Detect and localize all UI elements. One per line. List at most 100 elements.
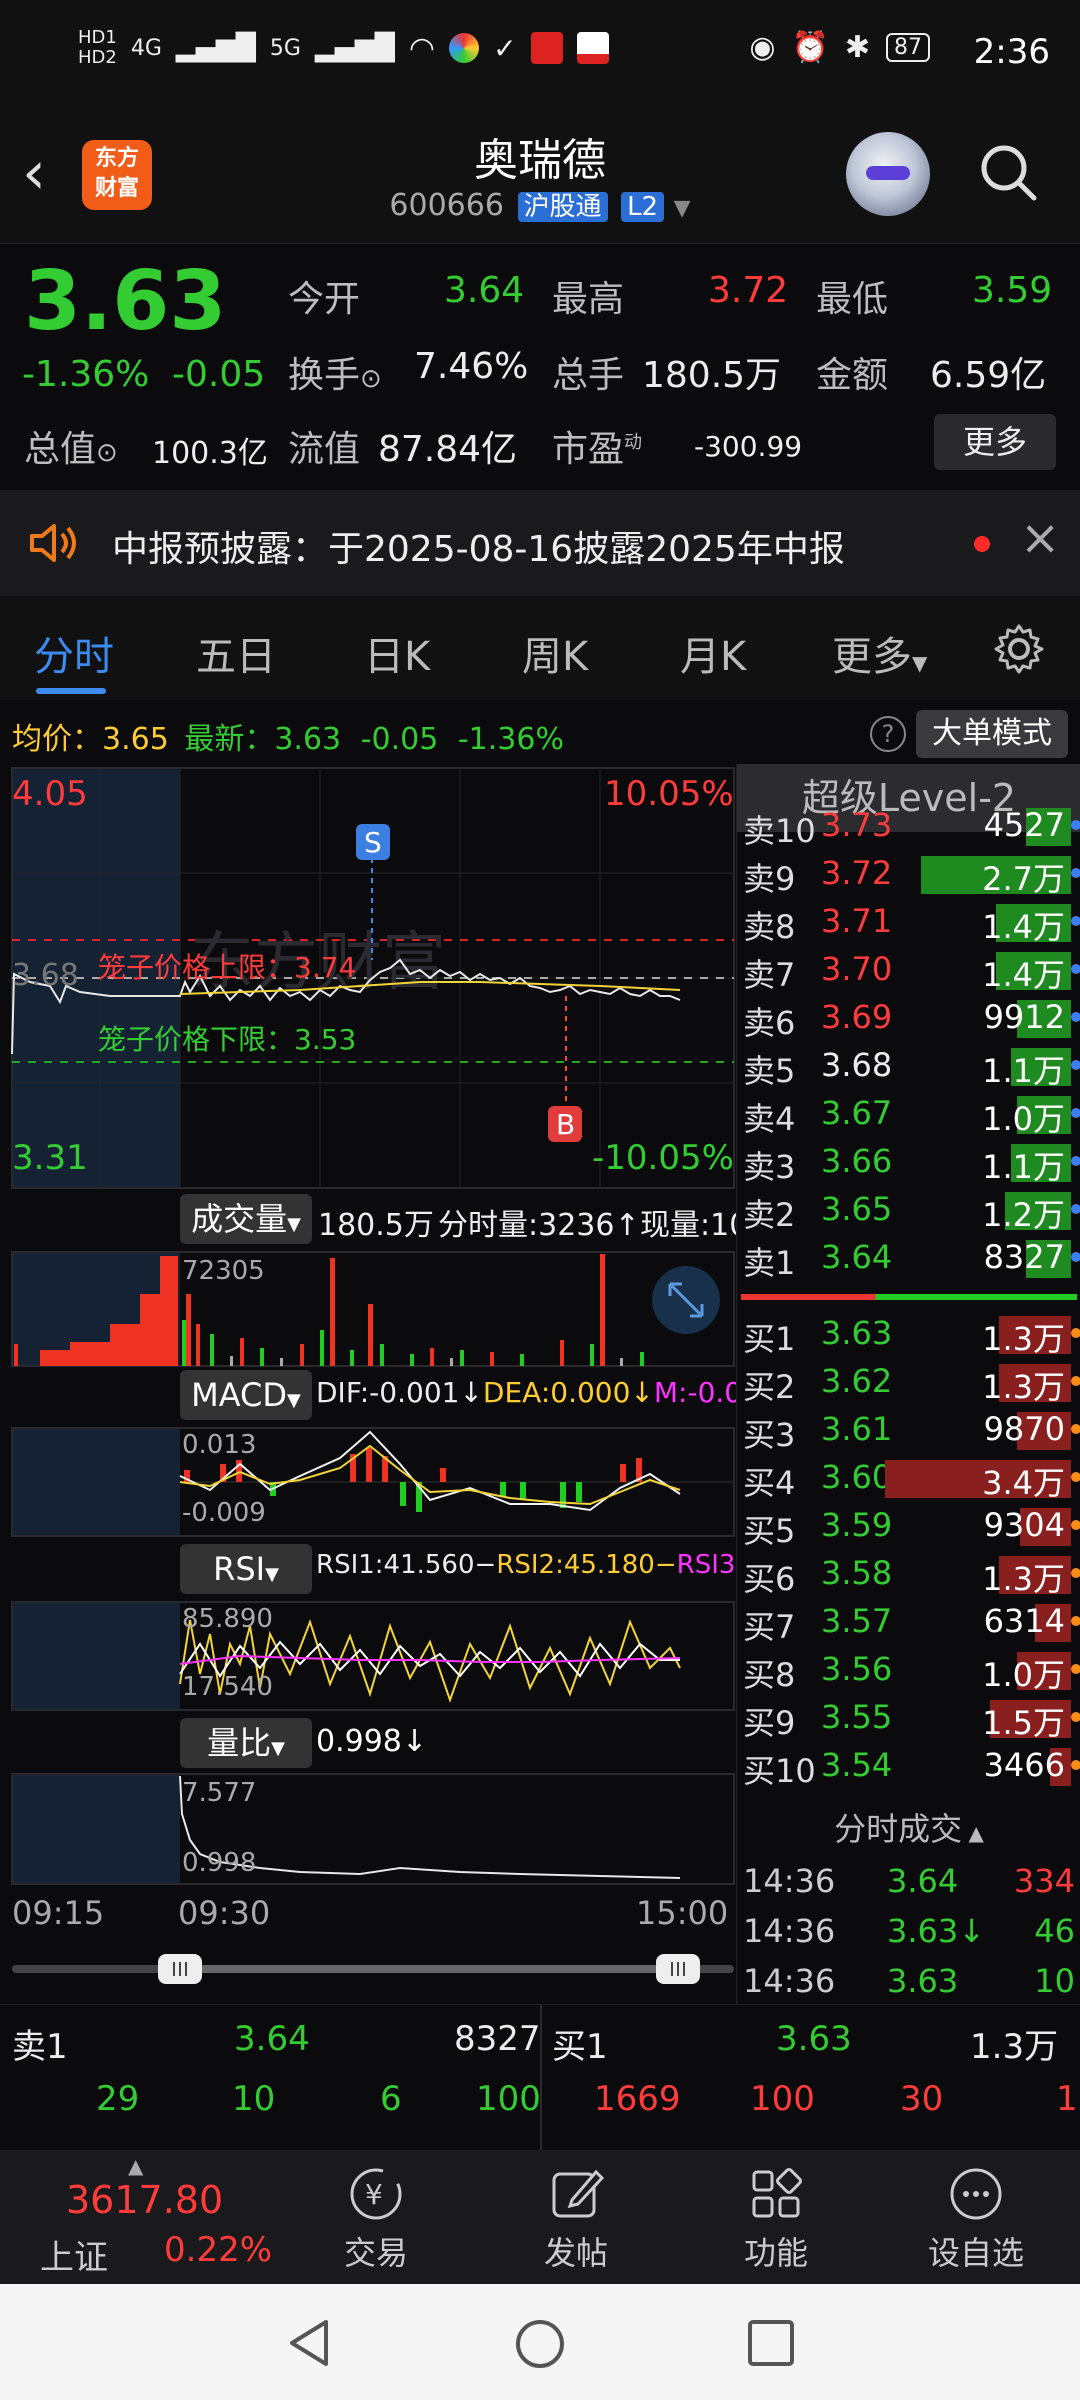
trade-row: 14:36 3.63↓ 46 — [737, 1908, 1080, 1958]
buy-volume: 1.3万 — [982, 1368, 1065, 1406]
rsi-indicator-select[interactable]: RSI▼ — [180, 1544, 312, 1594]
nav-recents-icon[interactable] — [744, 2316, 798, 2370]
summary-buy1-label: 买1 — [552, 2027, 608, 2067]
buy-level-name: 买6 — [743, 1560, 796, 1598]
buy-marker-dot — [1071, 1664, 1080, 1674]
tab-monthly-k[interactable]: 月K — [680, 624, 746, 682]
lower-limit-label: 笼子价格下限：3.53 — [98, 1023, 357, 1056]
edit-icon — [552, 2169, 605, 2218]
buy-row[interactable]: 买1 3.63 1.3万 — [737, 1310, 1080, 1358]
buy-row[interactable]: 买4 3.60 3.4万 — [737, 1454, 1080, 1502]
sell-row[interactable]: 卖4 3.67 1.0万 — [737, 1090, 1080, 1138]
nav-functions[interactable]: 功能 — [676, 2150, 876, 2284]
buy-level-name: 买4 — [743, 1464, 796, 1502]
sell-row[interactable]: 卖6 3.69 9912 — [737, 994, 1080, 1042]
index-ticker[interactable]: ▲ 3617.80 上证 0.22% — [0, 2150, 290, 2284]
sell-row[interactable]: 卖5 3.68 1.1万 — [737, 1042, 1080, 1090]
search-icon[interactable] — [978, 142, 1038, 202]
trade-volume: 10 — [1034, 1962, 1075, 2000]
sell-level-name: 卖5 — [743, 1052, 796, 1090]
macd-bottom-label: -0.009 — [182, 1498, 266, 1528]
buy-level-name: 买5 — [743, 1512, 796, 1550]
nav-add-watchlist[interactable]: 设自选 — [876, 2150, 1076, 2284]
buy-row[interactable]: 买5 3.59 9304 — [737, 1502, 1080, 1550]
robot-assistant-icon[interactable] — [846, 132, 930, 216]
notice-text: 中报预披露：于2025-08-16披露2025年中报 — [112, 529, 845, 570]
low-label: 最低 — [816, 279, 889, 320]
buy-level-name: 买2 — [743, 1368, 796, 1406]
buy-row[interactable]: 买9 3.55 1.5万 — [737, 1694, 1080, 1742]
buy-volume: 6314 — [983, 1602, 1065, 1640]
sell-row[interactable]: 卖10 3.73 4527 — [737, 802, 1080, 850]
sell-row[interactable]: 卖8 3.71 1.4万 — [737, 898, 1080, 946]
buy-row[interactable]: 买3 3.61 9870 — [737, 1406, 1080, 1454]
grid-icon — [752, 2168, 802, 2218]
sell-level-name: 卖7 — [743, 956, 796, 994]
caret-down-icon: ▼ — [673, 196, 691, 221]
close-icon[interactable]: × — [1020, 510, 1060, 566]
volume-ratio-select[interactable]: 量比▼ — [180, 1718, 312, 1768]
tab-five-day[interactable]: 五日 — [196, 624, 276, 682]
notice-bar[interactable]: 中报预披露：于2025-08-16披露2025年中报 × — [0, 490, 1080, 596]
big-order-mode-button[interactable]: 大单模式 — [916, 710, 1068, 758]
sell-row[interactable]: 卖3 3.66 1.1万 — [737, 1138, 1080, 1186]
sell-price: 3.73 — [821, 806, 893, 844]
trades-title[interactable]: 分时成交 ▲ — [737, 1804, 1080, 1850]
nav-back-icon[interactable] — [282, 2316, 336, 2370]
nav-post[interactable]: 发帖 — [476, 2150, 676, 2284]
buy-queue-1: 1669 — [594, 2079, 681, 2119]
buy-price: 3.54 — [821, 1746, 893, 1784]
high-label: 最高 — [552, 279, 625, 320]
low-value: 3.59 — [972, 270, 1053, 311]
volume-indicator-select[interactable]: 成交量▼ — [180, 1194, 312, 1244]
sell-level-name: 卖6 — [743, 1004, 796, 1042]
trade-volume: 46 — [1034, 1912, 1075, 1950]
buy-price: 3.56 — [821, 1650, 893, 1688]
tab-intraday[interactable]: 分时 — [34, 624, 114, 682]
notice-unread-dot — [974, 536, 990, 552]
status-time: 2:36 — [973, 32, 1050, 72]
macd-values: DIF:-0.001↓DEA:0.000↓M:-0.003↓ — [316, 1376, 802, 1409]
tag-hgt: 沪股通 — [517, 192, 608, 222]
tab-weekly-k[interactable]: 周K — [522, 624, 588, 682]
more-button[interactable]: 更多 — [934, 414, 1056, 470]
buy-volume: 3466 — [983, 1746, 1065, 1784]
sell-row[interactable]: 卖1 3.64 8327 — [737, 1234, 1080, 1282]
sell-price: 3.70 — [821, 950, 893, 988]
summary-buy1-price: 3.63 — [776, 2019, 852, 2059]
nav-home-icon[interactable] — [512, 2316, 568, 2372]
volume-value: 180.5万 — [642, 355, 782, 396]
index-name: 上证 — [40, 2238, 108, 2278]
intraday-chart-area[interactable]: 东方财富 S B 4.05 10.05% 3.68 笼子价格上限：3.74 笼子… — [0, 764, 857, 2004]
up-caret-icon: ▲ — [128, 2154, 144, 2178]
signal2-icon: ▂▄▆█ — [314, 33, 395, 63]
buy-row[interactable]: 买2 3.62 1.3万 — [737, 1358, 1080, 1406]
sell-row[interactable]: 卖2 3.65 1.2万 — [737, 1186, 1080, 1234]
buy-volume: 9304 — [983, 1506, 1065, 1544]
tab-daily-k[interactable]: 日K — [364, 624, 430, 682]
gear-icon[interactable] — [992, 622, 1046, 676]
chart-bottom-pct: -10.05% — [592, 1138, 734, 1178]
sell-row[interactable]: 卖7 3.70 1.4万 — [737, 946, 1080, 994]
buy-row[interactable]: 买10 3.54 3466 — [737, 1742, 1080, 1790]
buy-row[interactable]: 买6 3.58 1.3万 — [737, 1550, 1080, 1598]
help-icon[interactable]: ? — [870, 716, 906, 752]
nav-trade[interactable]: ¥ 交易 — [276, 2150, 476, 2284]
bid-ask-split-bar — [741, 1294, 1077, 1300]
nav-functions-label: 功能 — [743, 2234, 808, 2272]
buy-row[interactable]: 买8 3.56 1.0万 — [737, 1646, 1080, 1694]
chart-mid-price: 3.68 — [12, 958, 79, 993]
trade-time: 14:36 — [743, 1912, 836, 1950]
buy-marker-dot — [1071, 1520, 1080, 1530]
amount-value: 6.59亿 — [930, 355, 1047, 396]
turnover-label: 换手⊙ — [288, 355, 382, 396]
buy-row[interactable]: 买7 3.57 6314 — [737, 1598, 1080, 1646]
sell-row[interactable]: 卖9 3.72 2.7万 — [737, 850, 1080, 898]
sell-marker-dot — [1071, 820, 1080, 830]
macd-indicator-select[interactable]: MACD▼ — [180, 1370, 312, 1420]
open-label: 今开 — [288, 279, 361, 320]
pe-label: 市盈动 — [552, 429, 643, 470]
chart-top-pct: 10.05% — [604, 774, 734, 814]
tab-more[interactable]: 更多▼ — [832, 624, 927, 682]
sell-level-name: 卖9 — [743, 860, 796, 898]
